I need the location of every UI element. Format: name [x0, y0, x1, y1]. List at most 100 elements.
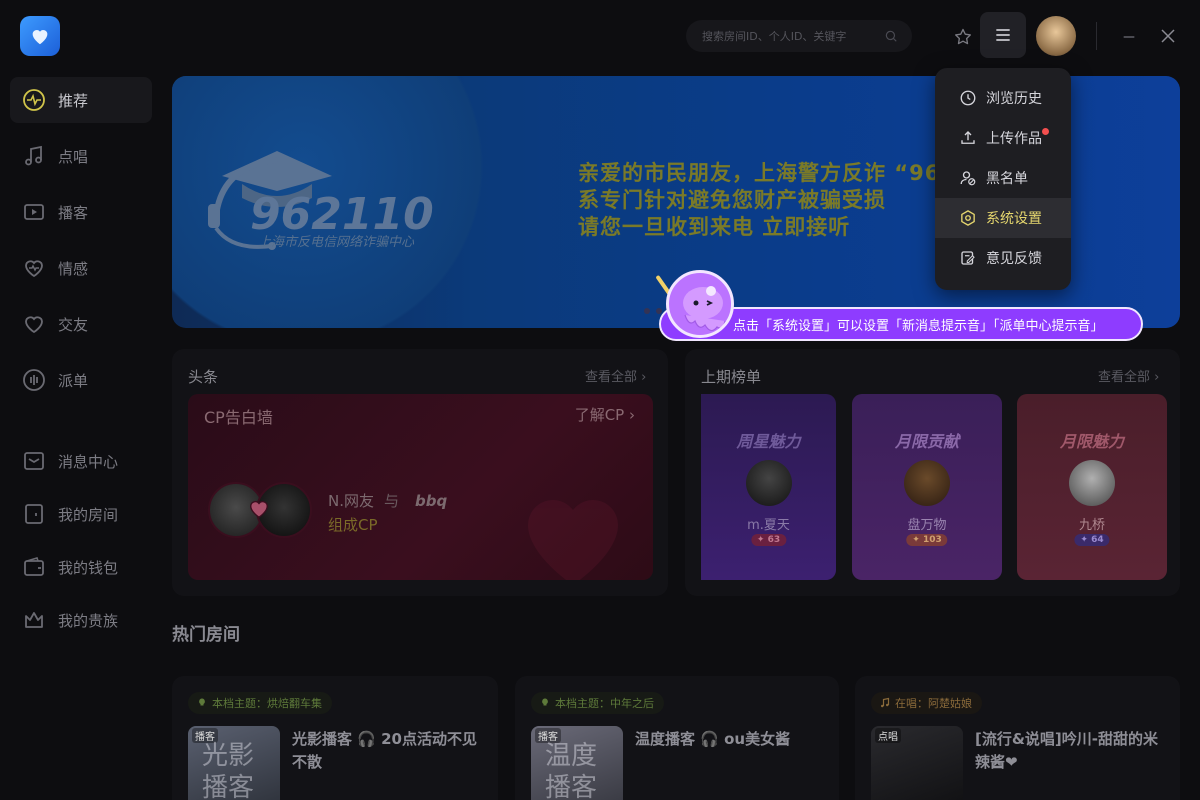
cp-learn-link[interactable]: 了解CP ›	[575, 404, 635, 425]
rank-name: m.夏天	[747, 518, 790, 533]
menu-button[interactable]	[980, 12, 1026, 58]
sidebar-item-messages[interactable]: 消息中心	[10, 438, 152, 484]
notification-dot	[1042, 128, 1049, 135]
hot-rooms-title: 热门房间	[172, 625, 240, 645]
headline-title: 头条	[188, 368, 219, 386]
tv-play-icon	[24, 204, 44, 220]
settings-icon	[961, 210, 975, 226]
rank-badge: ✦ 63	[750, 534, 787, 546]
clock-icon	[960, 90, 976, 106]
ranking-more-link[interactable]: 查看全部 ›	[1098, 366, 1159, 385]
search-icon[interactable]	[884, 29, 898, 43]
menu-item-upload[interactable]: 上传作品	[935, 118, 1071, 158]
minimize-button[interactable]	[1116, 24, 1142, 50]
cp-heart-icon	[250, 501, 268, 519]
upload-icon	[961, 131, 975, 144]
anti-fraud-logo: 962110 上海市反电信网络诈骗中心	[202, 146, 472, 260]
sidebar-item-my-room[interactable]: 我的房间	[10, 491, 152, 537]
rank-avatar[interactable]	[1069, 460, 1115, 506]
heart-pulse-icon	[25, 260, 43, 278]
room-card[interactable]: 在唱：阿楚姑娘 点唱 [流行&说唱]吟川-甜甜的米辣酱❤	[855, 676, 1180, 800]
sidebar-item-label: 我的贵族	[58, 611, 119, 630]
room-name: 光影播客 🎧 20点活动不见不散	[292, 730, 477, 771]
cp-wall-card[interactable]: CP告白墙 了解CP › N.网友与 bbq 组成CP	[188, 394, 653, 580]
app-window: 搜索房间ID、个人ID、关键字 推荐 点唱 播客 情感 交友 派单 消息中心 我…	[0, 0, 1200, 800]
sidebar-item-wallet[interactable]: 我的钱包	[10, 544, 152, 590]
sidebar-item-recommend[interactable]: 推荐	[10, 77, 152, 123]
rank-card-monthly-contribution[interactable]: 月限贡献 盘万物 ✦ 103	[852, 394, 1002, 580]
app-logo[interactable]	[20, 16, 60, 56]
rank-badge: ✦ 103	[906, 534, 948, 546]
menu-item-feedback[interactable]: 意见反馈	[935, 238, 1071, 278]
cp-status: 组成CP	[328, 516, 378, 534]
pulse-icon	[23, 89, 45, 111]
door-icon	[25, 504, 43, 524]
rank-avatar[interactable]	[745, 460, 792, 506]
sidebar-item-emotion[interactable]: 情感	[10, 245, 152, 291]
rank-card-title: 周星魅力	[736, 432, 801, 451]
ranking-title: 上期榜单	[701, 368, 762, 386]
heart-decor-icon	[528, 500, 618, 580]
menu-item-history[interactable]: 浏览历史	[935, 78, 1071, 118]
police-cap-headset-icon: 962110 上海市反电信网络诈骗中心	[208, 151, 434, 250]
sidebar-item-label: 交友	[58, 315, 89, 334]
search-placeholder: 搜索房间ID、个人ID、关键字	[702, 30, 847, 43]
sidebar-item-label: 推荐	[58, 91, 89, 110]
hotline-number: 962110	[250, 189, 434, 240]
rank-badge: ✦ 64	[1074, 534, 1110, 546]
bars-circle-icon	[23, 369, 45, 391]
topbar-divider	[1096, 22, 1097, 50]
octopus-mascot-icon	[666, 270, 734, 338]
cp-conj: 与	[384, 492, 400, 510]
lightbulb-icon	[542, 698, 548, 706]
sidebar-item-song[interactable]: 点唱	[10, 133, 152, 179]
message-box-icon	[24, 452, 44, 470]
menu-item-blacklist[interactable]: 黑名单	[935, 158, 1071, 198]
room-name: [流行&说唱]吟川-甜甜的米辣酱❤	[975, 730, 1159, 771]
room-cover[interactable]: 点唱	[871, 726, 963, 800]
rank-avatar[interactable]	[904, 460, 950, 506]
sidebar-item-dispatch[interactable]: 派单	[10, 357, 152, 403]
rank-card-title: 月限魅力	[1059, 432, 1124, 451]
headline-more-link[interactable]: 查看全部 ›	[585, 366, 646, 385]
close-icon	[1161, 29, 1175, 43]
cp-names: N.网友与 bbq	[328, 490, 447, 511]
room-topic-tag: 在唱：阿楚姑娘	[871, 692, 982, 714]
minimize-icon	[1123, 36, 1135, 38]
music-note-icon	[25, 145, 42, 166]
sidebar-item-friends[interactable]: 交友	[10, 301, 152, 347]
sidebar-item-label: 派单	[58, 371, 89, 390]
room-card[interactable]: 本档主题：中年之后 播客 温度 播客 温度播客 🎧 ou美女酱	[515, 676, 839, 800]
user-avatar[interactable]	[1036, 16, 1076, 56]
music-note-icon	[881, 697, 890, 708]
sidebar-item-label: 播客	[58, 203, 89, 222]
rank-name: 盘万物	[907, 518, 947, 533]
sidebar-item-podcast[interactable]: 播客	[10, 189, 152, 235]
rank-name: 九桥	[1078, 518, 1105, 533]
close-button[interactable]	[1154, 22, 1182, 50]
feedback-icon	[961, 251, 975, 265]
sidebar-item-label: 情感	[58, 259, 89, 278]
room-cover-text: 温度 播客	[545, 741, 598, 800]
tip-text: 点击「系统设置」可以设置「新消息提示音」「派单中心提示音」	[733, 318, 1104, 334]
sidebar-item-label: 点唱	[58, 147, 89, 166]
room-cover[interactable]: 播客 温度 播客	[531, 726, 623, 800]
search-input[interactable]: 搜索房间ID、个人ID、关键字	[686, 20, 912, 52]
main-dropdown-menu: 浏览历史 上传作品 黑名单 系统设置 意见反馈	[935, 68, 1071, 290]
room-topic-tag: 本档主题：中年之后	[531, 692, 664, 714]
room-cover-label: 点唱	[875, 728, 901, 743]
blacklist-icon	[960, 171, 976, 186]
room-name: 温度播客 🎧 ou美女酱	[635, 730, 791, 748]
favorite-star-button[interactable]	[950, 24, 976, 50]
room-card[interactable]: 本档主题：烘焙翻车集 播客 光影 播客 光影播客 🎧 20点活动不见不散	[172, 676, 498, 800]
room-cover-text: 光影 播客	[202, 741, 255, 800]
org-name: 上海市反电信网络诈骗中心	[258, 234, 415, 250]
rank-card-monthly-charm[interactable]: 月限魅力 九桥 ✦ 64	[1017, 394, 1167, 580]
star-icon	[955, 28, 971, 45]
sidebar-item-nobility[interactable]: 我的贵族	[10, 597, 152, 643]
cp-wall-title: CP告白墙	[204, 408, 273, 427]
room-cover[interactable]: 播客 光影 播客	[188, 726, 280, 800]
rank-card-weekly-charm[interactable]: 周星魅力 m.夏天 ✦ 63	[701, 394, 836, 580]
cp-name-b: bbq	[415, 492, 448, 510]
menu-item-settings[interactable]: 系统设置	[935, 198, 1071, 238]
